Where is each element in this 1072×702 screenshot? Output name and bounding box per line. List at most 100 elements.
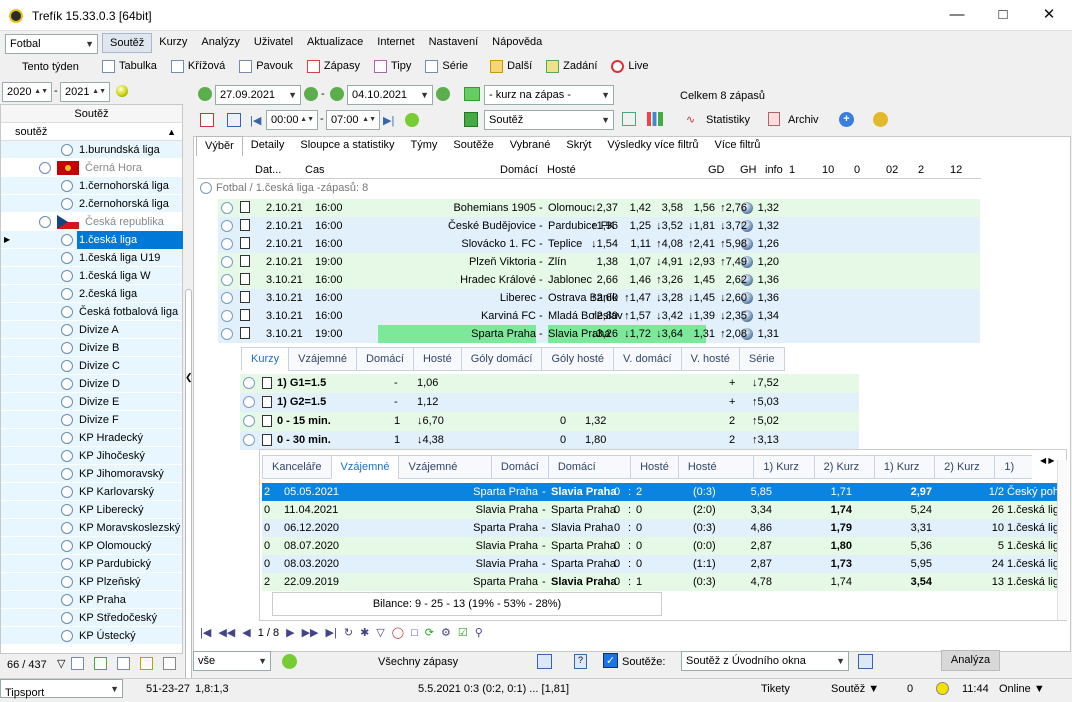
home-team[interactable]: Karviná FC	[378, 307, 536, 325]
odds-value[interactable]: ↑1,96	[582, 217, 618, 235]
expand-icon[interactable]	[221, 238, 233, 250]
expand-icon[interactable]	[221, 310, 233, 322]
home-team[interactable]: Plzeň Viktoria	[378, 253, 536, 271]
list-icon[interactable]	[117, 657, 131, 670]
kurzy-col-f[interactable]: ↑3,13	[752, 431, 779, 450]
tree-item[interactable]: Divize F	[1, 411, 182, 429]
krizova-button[interactable]: Křížová	[170, 59, 225, 73]
tree-item[interactable]: 2.černohorská liga	[1, 195, 182, 213]
h2h-row[interactable]: 2 22.09.2019 Sparta Praha - Slavia Praha 0:1 (…	[262, 573, 1065, 591]
money-icon[interactable]	[464, 112, 478, 127]
col-gh[interactable]: GH	[740, 164, 757, 176]
home-team[interactable]: Bohemians 1905	[378, 199, 536, 217]
last-icon[interactable]: ▶|	[383, 114, 394, 127]
sport-select[interactable]: Fotbal ▼	[5, 34, 98, 54]
col-hoste[interactable]: Hosté	[547, 164, 576, 176]
statistiky-button[interactable]: Statistiky	[706, 114, 750, 126]
col-datum[interactable]: Dat...	[255, 164, 281, 176]
time-to-spinner[interactable]: 07:00 ▲▼	[326, 110, 380, 130]
tree-filter[interactable]: soutěž ▲	[1, 123, 182, 141]
tab-domaci[interactable]: Domácí	[356, 347, 414, 371]
tab-domaci-doma[interactable]: Domácí doma	[547, 455, 632, 479]
apply-icon[interactable]	[282, 654, 297, 669]
expand-icon[interactable]	[221, 274, 233, 286]
expand-icon[interactable]	[39, 162, 51, 174]
tab-kancelare[interactable]: Kanceláře	[262, 455, 332, 479]
away-team[interactable]: Teplice	[548, 235, 582, 253]
expand-icon[interactable]	[221, 292, 233, 304]
check-icon[interactable]: ☑	[458, 626, 468, 639]
kurzy-row[interactable]: 0 - 15 min. 1 ↓6,70 0 1,32 2 ↑5,02	[240, 412, 859, 431]
group-row[interactable]: Fotbal / 1.česká liga -zápasů: 8	[200, 182, 368, 195]
analyza-button[interactable]: Analýza	[941, 650, 1000, 671]
col-info[interactable]: info	[765, 164, 783, 176]
h2h-row[interactable]: 0 08.03.2020 Slavia Praha - Sparta Praha 0:0(…	[262, 555, 1065, 573]
match-row[interactable]: 3.10.21 16:00 Hradec Králové - Jablonec 2,66 1…	[218, 271, 980, 289]
tree-item[interactable]: Divize C	[1, 357, 182, 375]
tab-vysledky[interactable]: Výsledky více filtrů	[599, 136, 706, 156]
odds-value[interactable]: 1,32	[743, 199, 779, 217]
odds-value[interactable]: ↑4,08	[647, 235, 683, 253]
odds-value[interactable]: 1,25	[615, 217, 651, 235]
sidebar-splitter[interactable]: ❮	[184, 104, 193, 689]
maximize-button[interactable]: □	[980, 0, 1026, 31]
odds-value[interactable]: 1,36	[743, 289, 779, 307]
tree-item[interactable]: KP Pardubický	[1, 555, 182, 573]
close-button[interactable]: ✕	[1026, 0, 1072, 31]
home-team[interactable]: Liberec	[378, 289, 536, 307]
kurzy-col-b[interactable]: ↓4,38	[417, 431, 444, 450]
kurzy-col-d[interactable]: 1,32	[585, 412, 606, 431]
col-02[interactable]: 02	[886, 164, 898, 176]
col-1[interactable]: 1	[789, 164, 795, 176]
tree-item[interactable]: 1.černohorská liga	[1, 177, 182, 195]
filter-icon[interactable]	[163, 657, 177, 670]
match-detail-icon[interactable]	[240, 291, 250, 303]
odds-value[interactable]: 1,31	[679, 325, 715, 343]
tab-kurz1-2[interactable]: 2) Kurz 1	[813, 455, 875, 479]
vse-select[interactable]: vše ▼	[193, 651, 271, 671]
h2h-row[interactable]: 0 06.12.2020 Sparta Praha - Slavia Praha 0:0(…	[262, 519, 1065, 537]
odds-value[interactable]: 1,36	[743, 271, 779, 289]
match-row[interactable]: 2.10.21 16:00 České Budějovice - Pardubice F…	[218, 217, 980, 235]
odds-value[interactable]: ↓2,37	[582, 199, 618, 217]
match-detail-icon[interactable]	[240, 237, 250, 249]
kurzy-col-f[interactable]: ↑5,02	[752, 412, 779, 431]
match-detail-icon[interactable]	[240, 201, 250, 213]
odds-value[interactable]: 1,38	[582, 253, 618, 271]
kurzy-row[interactable]: 0 - 30 min. 1 ↓4,38 0 1,80 2 ↑3,13	[240, 431, 859, 450]
tab-vice-filtru[interactable]: Více filtrů	[707, 136, 769, 156]
soutez-select[interactable]: Soutěž ▼	[484, 110, 614, 130]
detail-icon[interactable]	[262, 415, 272, 427]
coins-icon[interactable]	[873, 112, 888, 127]
tab-tymy[interactable]: Týmy	[403, 136, 446, 156]
archive-icon[interactable]	[768, 112, 780, 126]
odds-value[interactable]: ↓3,42	[647, 307, 683, 325]
menu-analyzy[interactable]: Analýzy	[194, 33, 247, 53]
pavouk-button[interactable]: Pavouk	[239, 59, 293, 73]
tab-goly-domaci[interactable]: Góly domácí	[460, 347, 543, 371]
menu-nastaveni[interactable]: Nastavení	[422, 33, 486, 53]
time-from-spinner[interactable]: 00:00 ▲▼	[266, 110, 318, 130]
expand-icon[interactable]	[243, 415, 255, 427]
reload-icon[interactable]: ⟳	[425, 626, 434, 639]
tree-item[interactable]: Divize D	[1, 375, 182, 393]
calendar-today-icon[interactable]	[200, 113, 214, 127]
odds-value[interactable]: ↓1,45	[679, 289, 715, 307]
tab-souteze[interactable]: Soutěže	[445, 136, 501, 156]
help-icon[interactable]: ?	[574, 654, 587, 669]
week-label[interactable]: Tento týden	[22, 61, 79, 73]
detail-icon[interactable]	[262, 434, 272, 446]
odds-value[interactable]: ↓1,39	[679, 307, 715, 325]
tree-item[interactable]: KP Jihočeský	[1, 447, 182, 465]
expand-icon[interactable]	[243, 434, 255, 446]
odds-value[interactable]: ↓1,81	[679, 217, 715, 235]
detail-icon[interactable]	[262, 377, 272, 389]
home-team[interactable]: Hradec Králové	[378, 271, 536, 289]
year-from-spinner[interactable]: 2020 ▲▼	[2, 82, 52, 102]
tree-item[interactable]: KP Plzeňský	[1, 573, 182, 591]
online-button[interactable]: Online ▼	[999, 683, 1045, 695]
odds-value[interactable]: ↑2,76	[711, 199, 747, 217]
tab-serie[interactable]: Série	[738, 347, 785, 371]
first-record-icon[interactable]: |◀	[200, 626, 211, 639]
odds-value[interactable]: 1,26	[743, 235, 779, 253]
